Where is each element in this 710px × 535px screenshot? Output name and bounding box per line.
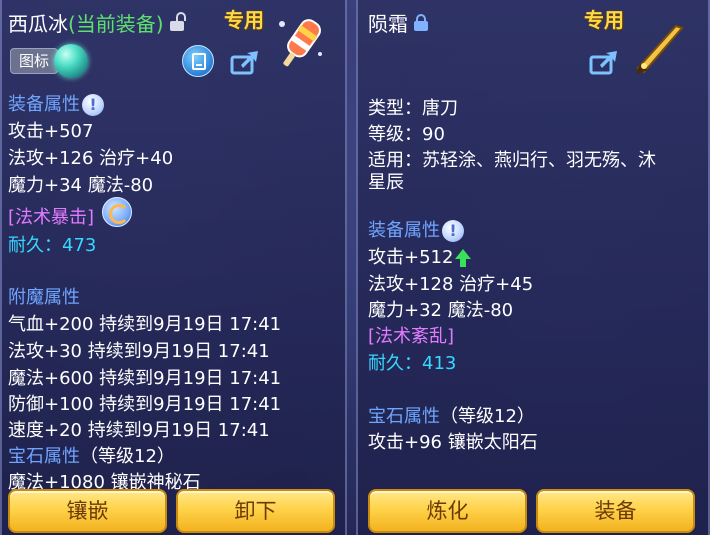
current-equipment-panel: 西瓜冰 (当前装备) 专用 图标 装备属性! 攻击+507 法攻+126 治疗+… [0, 0, 347, 535]
equip-attr-heading: 装备属性! [368, 216, 464, 242]
equip-attr-heading: 装备属性! [8, 90, 104, 116]
item-title: 陨霜 [368, 8, 428, 36]
fit-line-cont: 星辰 [368, 172, 404, 193]
share-icon[interactable] [588, 45, 620, 77]
icon-badge: 图标 [10, 48, 58, 74]
popsicle-item-icon [270, 14, 330, 72]
exclusive-label: 专用 [224, 8, 264, 32]
info-icon[interactable]: ! [442, 220, 464, 242]
enchant-heading: 附魔属性 [8, 287, 80, 308]
stat-line: 魔力+34 魔法-80 [8, 175, 154, 196]
durability: 耐久：473 [8, 235, 97, 256]
item-name: 西瓜冰 [8, 11, 68, 36]
skill-label: [法术紊乱] [368, 326, 455, 347]
stat-line: 攻击+512 [368, 243, 472, 269]
equipped-status: (当前装备) [68, 11, 164, 36]
level-line: 等级：90 [368, 124, 445, 145]
stat-line: 法攻+126 治疗+40 [8, 148, 174, 169]
blade-item-icon [630, 18, 690, 76]
inlay-button[interactable]: 镶嵌 [8, 489, 167, 533]
fit-line: 适用：苏轻涂、燕归行、羽无殇、沐 [368, 150, 656, 171]
refine-button[interactable]: 炼化 [368, 489, 527, 533]
gem-heading: 宝石属性（等级12） [368, 406, 535, 427]
compare-equipment-panel: 陨霜 专用 类型：唐刀 等级：90 适用：苏轻涂、燕归行、羽无殇、沐 星辰 装备… [356, 0, 710, 535]
equip-button[interactable]: 装备 [536, 489, 695, 533]
unequip-button[interactable]: 卸下 [176, 489, 335, 533]
enchant-line: 气血+200 持续到9月19日 17:41 [8, 314, 282, 335]
skill-icon[interactable] [102, 197, 132, 227]
share-icon[interactable] [229, 45, 261, 77]
enchant-line: 速度+20 持续到9月19日 17:41 [8, 420, 270, 441]
enchant-line: 魔法+600 持续到9月19日 17:41 [8, 368, 282, 389]
exclusive-label: 专用 [584, 8, 624, 32]
gem-heading: 宝石属性（等级12） [8, 446, 175, 467]
skill-label: [法术暴击] [8, 207, 95, 228]
unlock-icon[interactable] [169, 12, 186, 31]
lock-icon[interactable] [414, 14, 428, 31]
stat-line: 法攻+128 治疗+45 [368, 274, 534, 295]
enchant-line: 法攻+30 持续到9月19日 17:41 [8, 341, 270, 362]
durability: 耐久：413 [368, 353, 457, 374]
gem-line: 攻击+96 镶嵌太阳石 [368, 432, 538, 453]
item-title: 西瓜冰 (当前装备) [8, 8, 186, 36]
item-name: 陨霜 [368, 11, 408, 36]
stat-line: 攻击+507 [8, 121, 94, 142]
increase-arrow-icon [455, 249, 472, 267]
stat-line: 魔力+32 魔法-80 [368, 300, 514, 321]
card-icon[interactable] [182, 45, 214, 77]
orb-icon[interactable] [54, 44, 88, 78]
info-icon[interactable]: ! [82, 94, 104, 116]
type-line: 类型：唐刀 [368, 98, 458, 119]
enchant-line: 防御+100 持续到9月19日 17:41 [8, 394, 282, 415]
